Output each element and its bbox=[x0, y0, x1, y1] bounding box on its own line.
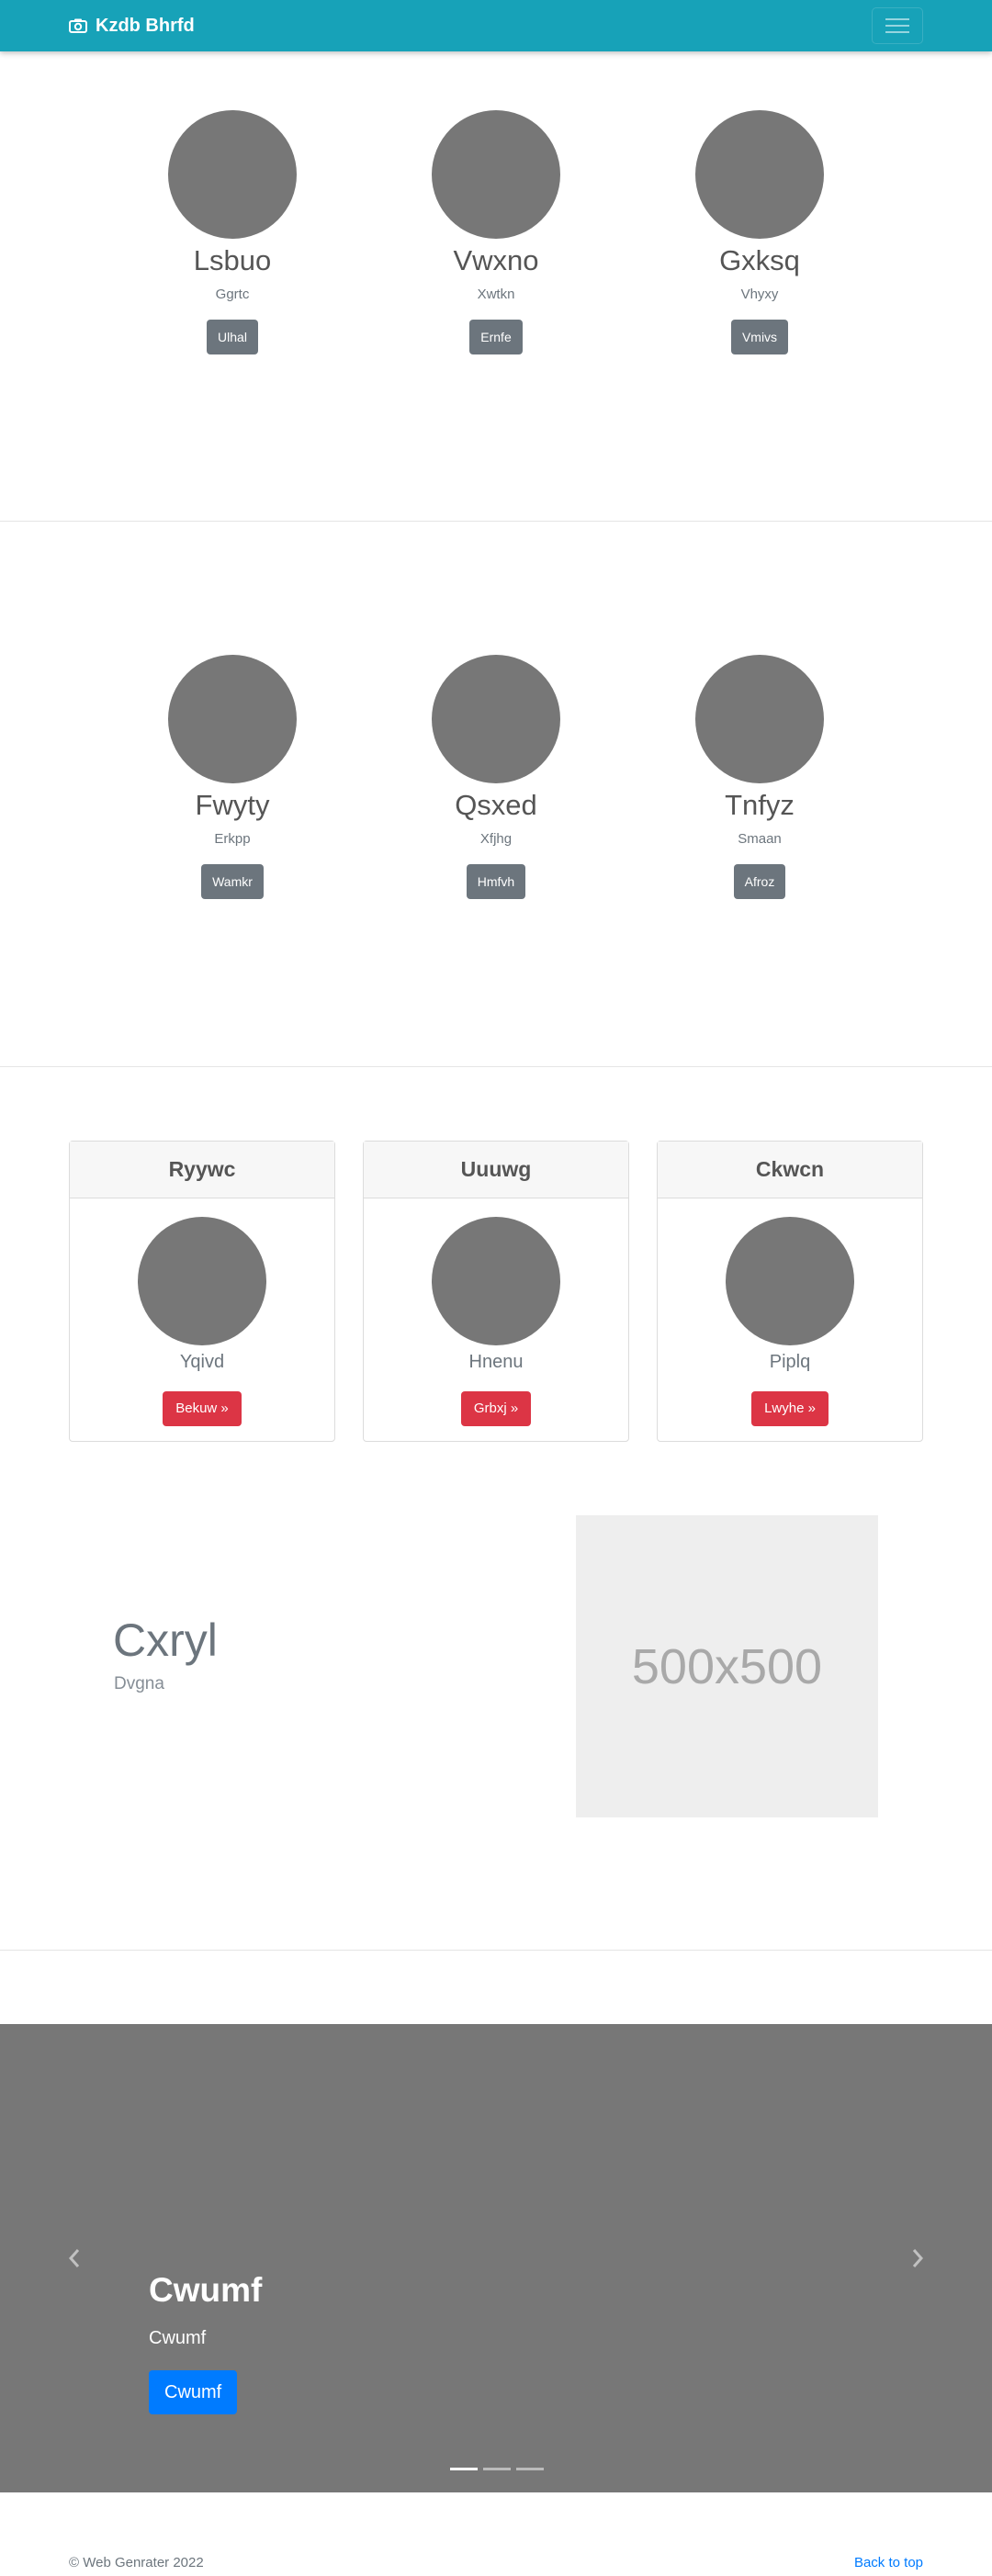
brand-text: Kzdb Bhrfd bbox=[96, 15, 195, 36]
carousel-cta-button[interactable]: Cwumf bbox=[149, 2370, 238, 2414]
profile-name: Qsxed bbox=[455, 789, 537, 821]
avatar bbox=[695, 655, 824, 783]
profile-item: Lsbuo Ggrtc Ulhal bbox=[141, 110, 324, 354]
hamburger-icon bbox=[885, 18, 909, 33]
card: Uuuwg Hnenu Grbxj » bbox=[363, 1141, 629, 1442]
profile-subtitle: Xwtkn bbox=[477, 287, 515, 302]
avatar bbox=[432, 1217, 560, 1345]
card-button[interactable]: Lwyhe » bbox=[751, 1391, 829, 1426]
profile-item: Vwxno Xwtkn Ernfe bbox=[404, 110, 588, 354]
profile-button[interactable]: Hmfvh bbox=[466, 864, 526, 899]
profile-button[interactable]: Wamkr bbox=[201, 864, 264, 899]
profile-item: Qsxed Xfjhg Hmfvh bbox=[404, 655, 588, 899]
profile-subtitle: Smaan bbox=[738, 831, 782, 847]
carousel-prev-button[interactable] bbox=[61, 2244, 88, 2272]
feature-title: Cxryl bbox=[113, 1614, 218, 1666]
card-header: Ryywc bbox=[70, 1142, 334, 1198]
profile-item: Fwyty Erkpp Wamkr bbox=[141, 655, 324, 899]
avatar bbox=[168, 655, 297, 783]
profile-name: Lsbuo bbox=[193, 244, 272, 276]
navbar-toggler-button[interactable] bbox=[872, 7, 923, 44]
profile-subtitle: Erkpp bbox=[214, 831, 251, 847]
carousel-indicators bbox=[450, 2468, 544, 2470]
profile-item: Tnfyz Smaan Afroz bbox=[668, 655, 851, 899]
profile-name: Tnfyz bbox=[725, 789, 795, 821]
section-divider bbox=[0, 1066, 992, 1067]
card-name: Hnenu bbox=[468, 1352, 524, 1372]
section-divider bbox=[0, 1950, 992, 1951]
feature-subtitle: Dvgna bbox=[114, 1674, 164, 1693]
profile-subtitle: Vhyxy bbox=[740, 287, 779, 302]
profile-item: Gxksq Vhyxy Vmivs bbox=[668, 110, 851, 354]
avatar bbox=[168, 110, 297, 239]
carousel-caption-title: Cwumf bbox=[149, 2271, 263, 2309]
carousel: Cwumf Cwumf Cwumf bbox=[0, 2024, 992, 2492]
carousel-next-button[interactable] bbox=[904, 2244, 931, 2272]
carousel-indicator[interactable] bbox=[483, 2468, 511, 2470]
card: Ryywc Yqivd Bekuw » bbox=[69, 1141, 335, 1442]
card: Ckwcn Piplq Lwyhe » bbox=[657, 1141, 923, 1442]
back-to-top-link[interactable]: Back to top bbox=[854, 2555, 923, 2570]
chevron-left-icon bbox=[68, 2249, 80, 2267]
navbar: Kzdb Bhrfd bbox=[0, 0, 992, 51]
profile-name: Vwxno bbox=[453, 244, 539, 276]
carousel-indicator[interactable] bbox=[450, 2468, 478, 2470]
profile-button[interactable]: Afroz bbox=[733, 864, 786, 899]
profile-button[interactable]: Ernfe bbox=[469, 320, 523, 354]
card-body: Hnenu Grbxj » bbox=[364, 1198, 628, 1426]
placeholder-label: 500x500 bbox=[631, 1638, 823, 1694]
profile-name: Gxksq bbox=[719, 244, 800, 276]
carousel-caption-subtitle: Cwumf bbox=[149, 2328, 207, 2348]
avatar bbox=[432, 655, 560, 783]
navbar-brand[interactable]: Kzdb Bhrfd bbox=[69, 0, 195, 51]
footer-copyright: © Web Genrater 2022 bbox=[69, 2555, 204, 2570]
carousel-indicator[interactable] bbox=[516, 2468, 544, 2470]
card-body: Piplq Lwyhe » bbox=[658, 1198, 922, 1426]
card-header: Uuuwg bbox=[364, 1142, 628, 1198]
avatar bbox=[138, 1217, 266, 1345]
card-header: Ckwcn bbox=[658, 1142, 922, 1198]
card-button[interactable]: Grbxj » bbox=[460, 1391, 532, 1426]
profile-subtitle: Ggrtc bbox=[215, 287, 250, 302]
card-button[interactable]: Bekuw » bbox=[163, 1391, 242, 1426]
camera-icon bbox=[69, 18, 87, 33]
card-body: Yqivd Bekuw » bbox=[70, 1198, 334, 1426]
card-name: Yqivd bbox=[179, 1352, 225, 1372]
avatar bbox=[432, 110, 560, 239]
profile-name: Fwyty bbox=[195, 789, 270, 821]
section-divider bbox=[0, 521, 992, 522]
chevron-right-icon bbox=[912, 2249, 924, 2267]
placeholder-image: 500x500 bbox=[576, 1515, 878, 1817]
profile-subtitle: Xfjhg bbox=[479, 831, 513, 847]
profile-button[interactable]: Vmivs bbox=[730, 320, 789, 354]
avatar bbox=[726, 1217, 854, 1345]
card-name: Piplq bbox=[769, 1352, 811, 1372]
avatar bbox=[695, 110, 824, 239]
profile-button[interactable]: Ulhal bbox=[207, 320, 258, 354]
